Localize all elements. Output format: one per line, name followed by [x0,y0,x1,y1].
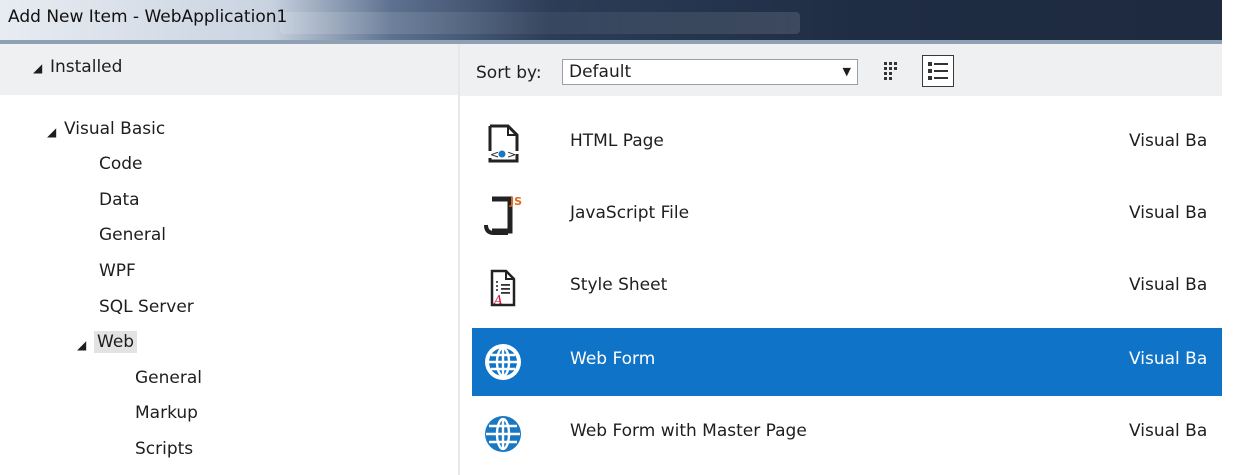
sort-dropdown[interactable]: Default ▼ [562,59,858,85]
style-sheet-icon: A [490,269,516,307]
title-bar: Add New Item - WebApplication1 [0,0,1222,40]
item-language: Visual Ba [1129,275,1208,295]
item-language: Visual Ba [1129,131,1208,151]
small-icons-view-icon [884,62,897,80]
item-language: Visual Ba [1129,349,1208,369]
window-right-edge [1222,0,1234,475]
svg-text:A: A [493,293,503,307]
tree-node-general[interactable]: General [99,224,166,246]
tree-node-data[interactable]: Data [99,189,140,211]
list-view-button[interactable] [922,55,954,87]
tree-node-markup[interactable]: Markup [135,402,198,424]
template-item-web-form-master-page[interactable]: Web Form with Master Page Visual Ba [472,400,1222,466]
tree-node-scripts[interactable]: Scripts [135,438,193,460]
item-language: Visual Ba [1129,203,1208,223]
small-icons-view-button[interactable] [878,55,910,87]
item-name: JavaScript File [570,203,690,223]
tree-node-wpf[interactable]: WPF [99,260,136,282]
sort-toolbar: Sort by: Default ▼ [460,44,1222,96]
item-name: Web Form with Master Page [570,421,807,441]
tree-node-code[interactable]: Code [99,153,143,175]
collapse-arrow-icon[interactable]: ◢ [77,338,86,352]
tree-node-web[interactable]: Web [94,331,138,353]
svg-text:>: > [507,148,516,161]
item-language: Visual Ba [1129,421,1208,441]
template-item-javascript-file[interactable]: JS JavaScript File Visual Ba [472,182,1222,248]
tree-node-visual-basic[interactable]: Visual Basic [64,118,165,140]
globe-icon [485,344,521,380]
item-name: HTML Page [570,131,664,151]
svg-text:<: < [490,148,499,161]
dropdown-arrow-icon: ▼ [842,65,851,78]
html-page-icon: < > [488,124,519,163]
template-tree-pane: ◢ Installed ◢ Visual Basic Code Data Gen… [0,44,458,475]
template-item-html-page[interactable]: < > HTML Page Visual Ba [472,110,1222,176]
item-name: Style Sheet [570,275,668,295]
list-view-icon [928,62,948,80]
template-item-style-sheet[interactable]: A Style Sheet Visual Ba [472,254,1222,320]
sort-value: Default [569,62,632,82]
sort-by-label: Sort by: [476,63,542,83]
collapse-arrow-icon[interactable]: ◢ [33,61,42,75]
installed-header[interactable]: ◢ Installed [0,44,458,95]
window-title: Add New Item - WebApplication1 [8,7,288,27]
item-name: Web Form [570,349,656,369]
title-bar-sheen [280,12,800,34]
template-item-web-form[interactable]: Web Form Visual Ba [472,328,1222,396]
javascript-file-icon: JS [484,195,522,235]
tree-node-sql-server[interactable]: SQL Server [99,296,194,318]
installed-label: Installed [50,57,123,77]
tree-node-web-general[interactable]: General [135,367,202,389]
collapse-arrow-icon[interactable]: ◢ [47,125,56,139]
template-list-pane: Sort by: Default ▼ < > HTML Page Visual … [460,44,1222,475]
globe-icon [485,416,521,452]
svg-text:JS: JS [509,195,522,208]
